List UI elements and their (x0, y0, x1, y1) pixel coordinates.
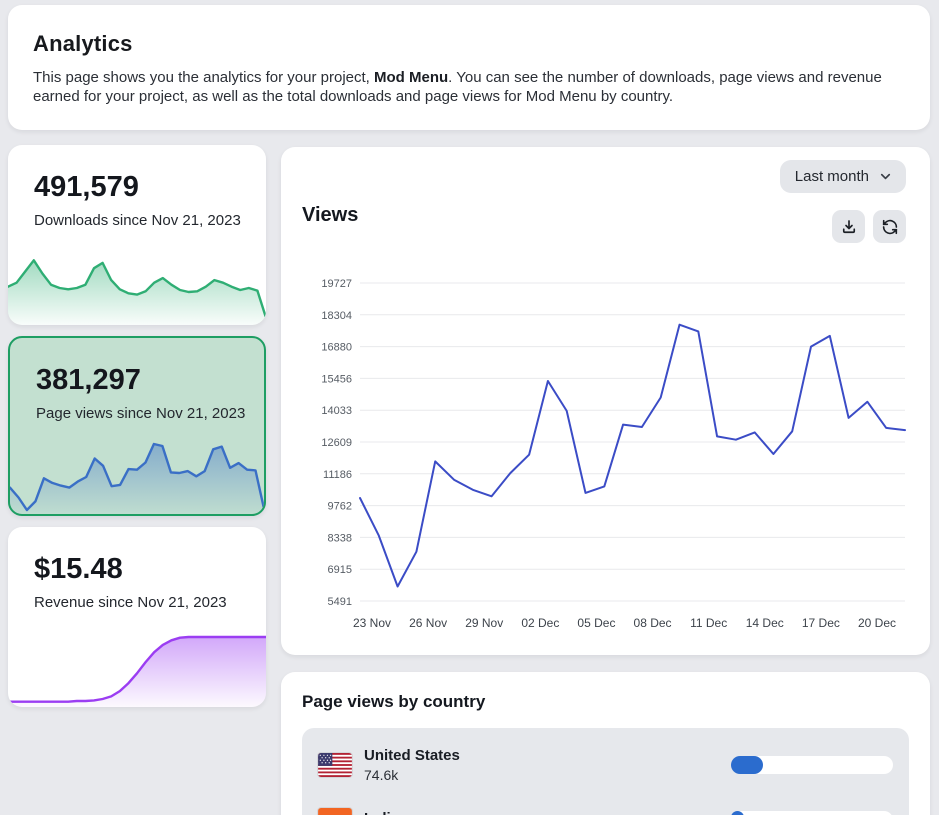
svg-text:9762: 9762 (328, 501, 352, 513)
pageviews-by-country-card: Page views by country (281, 672, 930, 815)
country-bar-track (731, 811, 893, 815)
page-description: This page shows you the analytics for yo… (33, 68, 893, 106)
time-range-dropdown[interactable]: Last month (780, 160, 906, 193)
views-line-chart: 5491 6915 8338 9762 11186 12609 14033 15456 1688… (281, 262, 930, 637)
svg-text:11186: 11186 (323, 469, 352, 481)
stat-card-revenue[interactable]: $15.48 Revenue since Nov 21, 2023 (8, 527, 266, 707)
svg-text:08 Dec: 08 Dec (634, 616, 672, 630)
svg-text:17 Dec: 17 Dec (802, 616, 840, 630)
country-bar-fill (731, 811, 744, 815)
project-name: Mod Menu (374, 69, 448, 86)
svg-text:26 Nov: 26 Nov (409, 616, 447, 630)
india-flag (318, 808, 352, 815)
svg-text:05 Dec: 05 Dec (577, 616, 615, 630)
chart-title: Views (302, 204, 358, 227)
svg-text:12609: 12609 (321, 437, 352, 449)
refresh-icon (881, 218, 899, 236)
svg-text:02 Dec: 02 Dec (521, 616, 559, 630)
svg-text:5491: 5491 (328, 596, 352, 608)
country-row-united-states: United States 74.6k (318, 742, 893, 788)
pageviews-label: Page views since Nov 21, 2023 (36, 404, 246, 423)
svg-text:20 Dec: 20 Dec (858, 616, 896, 630)
description-text: This page shows you the analytics for yo… (33, 69, 374, 86)
chart-actions (832, 210, 906, 243)
revenue-amount: $15.48 (34, 553, 123, 586)
svg-text:19727: 19727 (321, 278, 352, 290)
country-name: India (364, 810, 399, 815)
stat-card-downloads[interactable]: 491,579 Downloads since Nov 21, 2023 (8, 145, 266, 325)
downloads-label: Downloads since Nov 21, 2023 (34, 211, 244, 230)
country-row-india: India (318, 797, 893, 815)
country-bar-track (731, 756, 893, 774)
svg-text:15456: 15456 (321, 373, 352, 385)
download-csv-button[interactable] (832, 210, 865, 243)
country-pageviews-value: 74.6k (364, 767, 460, 783)
analytics-header-card: Analytics This page shows you the analyt… (8, 5, 930, 130)
svg-text:14 Dec: 14 Dec (746, 616, 784, 630)
pageviews-count: 381,297 (36, 364, 141, 397)
svg-text:16880: 16880 (321, 342, 352, 354)
svg-text:11 Dec: 11 Dec (690, 616, 727, 630)
country-list: United States 74.6k India (302, 728, 909, 815)
stat-card-pageviews-selected[interactable]: 381,297 Page views since Nov 21, 2023 (8, 336, 266, 516)
refresh-chart-button[interactable] (873, 210, 906, 243)
us-flag (318, 753, 352, 777)
download-icon (840, 218, 858, 236)
country-bar-fill (731, 756, 763, 774)
svg-text:6915: 6915 (328, 564, 352, 576)
country-name: United States (364, 747, 460, 764)
chevron-down-icon (878, 169, 893, 184)
svg-text:18304: 18304 (321, 310, 352, 322)
svg-text:8338: 8338 (328, 532, 352, 544)
country-section-title: Page views by country (302, 692, 485, 712)
svg-text:29 Nov: 29 Nov (465, 616, 503, 630)
time-range-label: Last month (795, 168, 869, 185)
views-chart-card: Last month Views 5491 6915 8338 9762 11186 12… (281, 147, 930, 655)
page-title: Analytics (33, 31, 905, 57)
downloads-count: 491,579 (34, 171, 139, 204)
revenue-sparkline (8, 632, 266, 707)
revenue-label: Revenue since Nov 21, 2023 (34, 593, 244, 612)
pageviews-sparkline (10, 439, 264, 514)
downloads-sparkline (8, 250, 266, 325)
svg-text:23 Nov: 23 Nov (353, 616, 391, 630)
svg-text:14033: 14033 (321, 405, 352, 417)
